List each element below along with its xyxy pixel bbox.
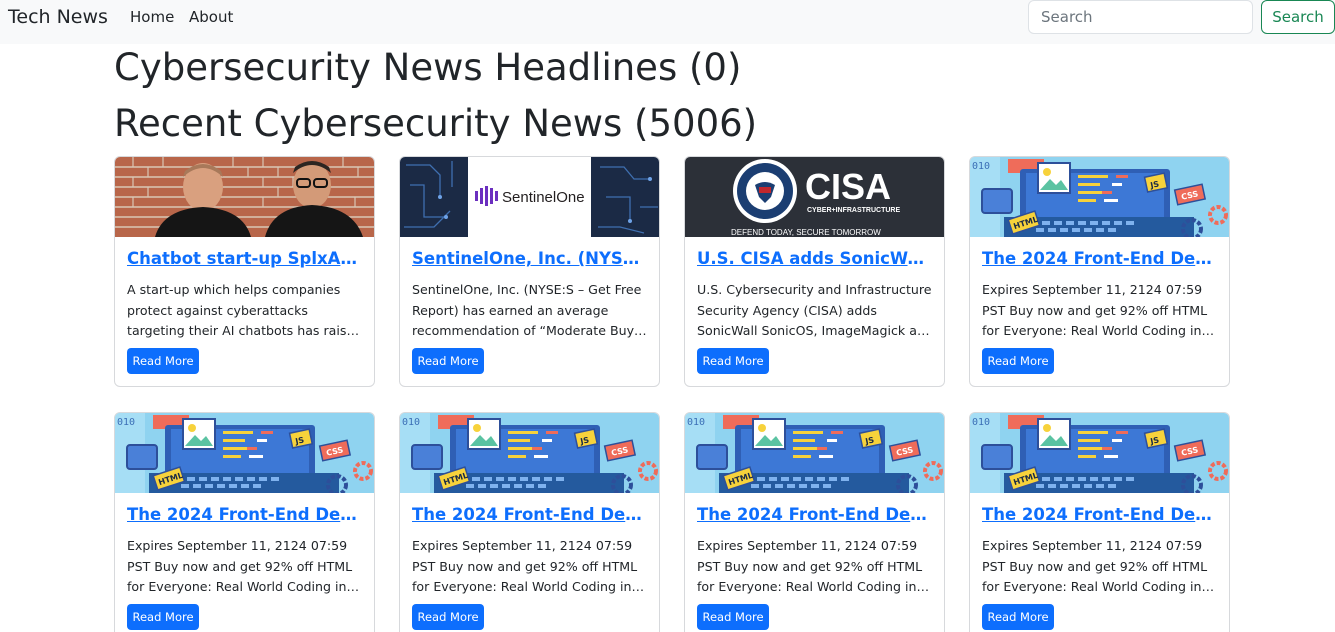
svg-text:010: 010	[687, 417, 705, 428]
card-title-link[interactable]: The 2024 Front-End Developer Bundle	[412, 505, 646, 524]
read-more-button[interactable]: Read More	[412, 604, 484, 630]
card-image-illustration: 010 HTML JS CSS	[970, 157, 1229, 237]
news-card: 010HTMLJSCSS The 2024 Front-End Develope…	[969, 156, 1230, 387]
card-title-link[interactable]: The 2024 Front-End Developer Bundle	[127, 505, 361, 524]
card-image-logo: CISA CYBER+INFRASTRUCTURE DEFEND TODAY, …	[685, 157, 944, 237]
svg-text:010: 010	[117, 417, 135, 428]
recent-news-heading: Recent Cybersecurity News (5006)	[114, 102, 758, 145]
card-text: Expires September 11, 2124 07:59 PST Buy…	[697, 538, 923, 594]
cisa-logo-subtext: CYBER+INFRASTRUCTURE	[807, 207, 900, 214]
card-title-link[interactable]: The 2024 Front-End Developer Bundle	[982, 249, 1216, 268]
nav-home-link[interactable]: Home	[130, 8, 174, 26]
cisa-logo-text: CISA	[805, 166, 891, 207]
navbar: Tech News Home About Search	[0, 0, 1335, 44]
read-more-button[interactable]: Read More	[982, 348, 1054, 374]
card-text: Expires September 11, 2124 07:59 PST Buy…	[127, 538, 353, 594]
card-title-link[interactable]: The 2024 Front-End Developer Bundle	[982, 505, 1216, 524]
sentinelone-logo-text: SentinelOne	[502, 189, 585, 206]
card-image-logo: SentinelOne	[400, 157, 659, 237]
read-more-button[interactable]: Read More	[697, 604, 769, 630]
read-more-button[interactable]: Read More	[982, 604, 1054, 630]
card-title-link[interactable]: The 2024 Front-End Developer Bundle	[697, 505, 931, 524]
news-card: 010HTMLJSCSS The 2024 Front-End Develope…	[399, 412, 660, 632]
card-text: Expires September 11, 2124 07:59 PST Buy…	[412, 538, 638, 594]
card-text: Expires September 11, 2124 07:59 PST Buy…	[982, 282, 1208, 338]
card-image-illustration: 010 HTML JS CSS	[400, 413, 659, 493]
read-more-button[interactable]: Read More	[127, 604, 199, 630]
svg-text:010: 010	[402, 417, 420, 428]
card-text: A start-up which helps companies protect…	[127, 282, 363, 338]
svg-text:010: 010	[972, 417, 990, 428]
read-more-button[interactable]: Read More	[127, 348, 199, 374]
card-text: SentinelOne, Inc. (NYSE:S – Get Free Rep…	[412, 282, 642, 338]
nav-about-link[interactable]: About	[189, 8, 233, 26]
card-title-link[interactable]: U.S. CISA adds SonicWall SonicOS, ImageM…	[697, 249, 931, 268]
card-image-illustration: 010 HTML JS CSS	[685, 413, 944, 493]
card-text: Expires September 11, 2124 07:59 PST Buy…	[982, 538, 1208, 594]
news-card: CISA CYBER+INFRASTRUCTURE DEFEND TODAY, …	[684, 156, 945, 387]
card-image-illustration: 010 HTML JS CSS	[115, 413, 374, 493]
read-more-button[interactable]: Read More	[697, 348, 769, 374]
cisa-logo-tagline: DEFEND TODAY, SECURE TOMORROW	[731, 228, 881, 237]
news-card: Chatbot start-up SplxAI lands $7m seed r…	[114, 156, 375, 387]
headlines-heading: Cybersecurity News Headlines (0)	[114, 46, 742, 89]
card-text: U.S. Cybersecurity and Infrastructure Se…	[697, 282, 933, 338]
brand-link[interactable]: Tech News	[8, 6, 108, 28]
card-title-link[interactable]: Chatbot start-up SplxAI lands $7m seed r…	[127, 249, 361, 268]
search-input[interactable]	[1028, 0, 1253, 34]
news-card: 010HTMLJSCSS The 2024 Front-End Develope…	[684, 412, 945, 632]
news-card: SentinelOne SentinelOne, Inc. (NYSE:S) R…	[399, 156, 660, 387]
read-more-button[interactable]: Read More	[412, 348, 484, 374]
card-title-link[interactable]: SentinelOne, Inc. (NYSE:S) Receives Cons…	[412, 249, 646, 268]
svg-text:010: 010	[972, 161, 990, 172]
news-card: 010HTMLJSCSS The 2024 Front-End Develope…	[114, 412, 375, 632]
card-image-illustration: 010 HTML JS CSS	[970, 413, 1229, 493]
news-card: 010HTMLJSCSS The 2024 Front-End Develope…	[969, 412, 1230, 632]
card-image-photo	[115, 157, 374, 237]
search-button[interactable]: Search	[1261, 0, 1335, 34]
